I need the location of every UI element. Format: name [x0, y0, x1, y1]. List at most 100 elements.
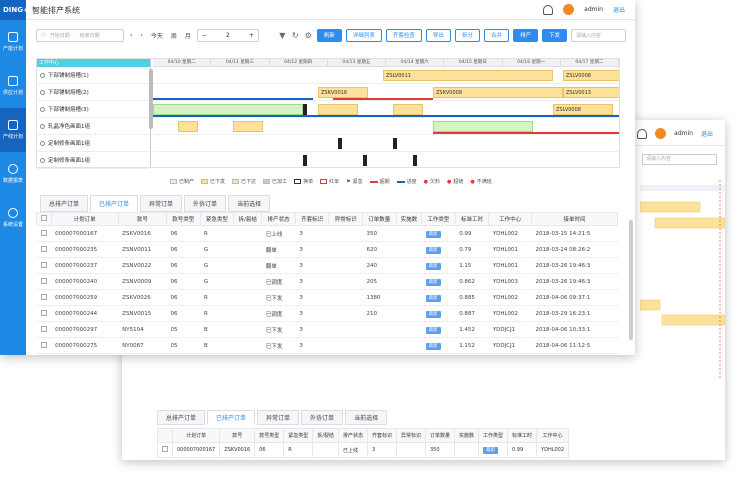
sidebar-item-capacity[interactable]: 产能计划 [0, 20, 26, 64]
table-row[interactable]: 000007000240 ZSNV0009 06 G 已调度 3 205 裁剪 0.862 YDH… [36, 273, 618, 290]
sidebar-item-production[interactable]: 产线计划 [0, 108, 26, 152]
column-header[interactable]: 款号类型 [165, 212, 201, 226]
resource-row[interactable]: 轧晶净色画面1组 [37, 118, 150, 135]
table-row[interactable]: 000007000297 NY5104 05 B 已下发 3 裁剪 1.452 YDDJCJ1 2… [36, 321, 618, 338]
row-checkbox[interactable] [40, 341, 47, 348]
expand-icon[interactable] [40, 123, 45, 129]
split-button[interactable]: 拆分 [454, 28, 480, 42]
column-header[interactable]: 拆/裂结 [233, 212, 263, 226]
task-bar[interactable] [433, 121, 533, 132]
kit-check-button[interactable]: 齐套检查 [385, 28, 422, 42]
table-row[interactable]: 000007000259 ZSKV0026 06 R 已下发 3 1380 裁剪 0.885 YD… [36, 289, 618, 306]
plus-icon[interactable]: + [249, 32, 254, 39]
filter-icon[interactable]: ▼ [278, 31, 287, 40]
expand-icon[interactable] [40, 106, 45, 112]
date-range-input[interactable]: ▭ 开始日期 - 结束日期 [36, 28, 124, 42]
select-all-checkbox[interactable] [40, 215, 47, 221]
month-button[interactable]: 月 [183, 31, 193, 40]
column-header[interactable]: 异常标识 [328, 212, 364, 226]
next-icon[interactable]: › [138, 32, 144, 39]
column-header[interactable]: 排产状态 [261, 212, 296, 226]
task-bar[interactable]: ZSLV0008 [553, 104, 613, 115]
period-stepper[interactable]: − 2 + [196, 28, 259, 42]
task-bar[interactable] [393, 104, 423, 115]
row-checkbox[interactable] [40, 261, 47, 268]
schedule-button[interactable]: 排产 [512, 28, 538, 42]
row-checkbox[interactable] [162, 446, 168, 452]
resource-row[interactable]: 下部铺制熔槽(1) [37, 67, 150, 84]
search-input[interactable]: 请输入内容 [571, 28, 626, 42]
sidebar-item-reports[interactable]: 数据报表 [0, 152, 26, 196]
table-row[interactable]: 000007000244 ZSNV0015 06 R 已调度 3 210 裁剪 0.887 YDH… [36, 305, 618, 322]
row-checkbox[interactable] [40, 293, 47, 300]
table-row[interactable]: 000007000167 ZSKV0016 06 R 已上线 3 350 裁剪 … [157, 442, 570, 458]
today-button[interactable]: 今天 [149, 31, 165, 40]
expand-icon[interactable] [40, 89, 45, 95]
column-header[interactable]: 接单时间 [530, 212, 619, 226]
logout-link[interactable]: 退出 [701, 129, 713, 138]
column-header[interactable]: 订单数量 [362, 212, 397, 226]
bell-icon[interactable] [637, 128, 648, 139]
back-tab-3[interactable]: 外协订单 [301, 410, 344, 425]
resource-row[interactable]: 下部铺制熔槽(2) [37, 84, 150, 101]
table-row[interactable]: 000007000237 ZSNV0022 06 G 翻单 3 240 裁剪 1.15 YDHL0… [36, 257, 618, 274]
task-bar[interactable] [318, 104, 358, 115]
logout-link[interactable]: 退出 [613, 5, 625, 14]
column-header[interactable]: 紧急类型 [199, 212, 235, 226]
back-tab-2[interactable]: 异常订单 [257, 410, 300, 425]
sidebar-item-supply[interactable]: 供应计划 [0, 64, 26, 108]
table-row[interactable]: 000007000235 ZSNV0011 06 G 翻单 3 620 裁剪 0.79 YDHL0… [36, 241, 618, 258]
sidebar-item-settings[interactable]: 系统设置 [0, 196, 26, 240]
column-header[interactable]: 工作类型 [421, 212, 456, 226]
column-header[interactable]: 工作中心 [488, 212, 532, 226]
resource-row[interactable]: 定制修条画面1组 [37, 135, 150, 152]
prev-icon[interactable]: ‹ [128, 32, 134, 39]
settings-icon[interactable]: ⚙ [304, 31, 313, 40]
expand-icon[interactable] [40, 72, 45, 78]
export-button[interactable]: 导出 [425, 28, 451, 42]
task-bar[interactable]: ZSLV0013 [563, 87, 619, 98]
tab-outsource-orders[interactable]: 外协订单 [184, 195, 227, 212]
refresh-icon[interactable]: ↻ [291, 31, 300, 40]
task-bar[interactable] [178, 121, 198, 132]
column-header[interactable]: 计划订单 [50, 212, 119, 226]
resource-row[interactable]: 下部铺制熔槽(3) [37, 101, 150, 118]
avatar[interactable] [563, 4, 575, 15]
row-checkbox[interactable] [40, 325, 47, 332]
table-scrollbar[interactable] [629, 220, 633, 340]
back-tab-1[interactable]: 已排产订单 [207, 410, 256, 425]
bell-icon[interactable] [543, 4, 554, 15]
table-row[interactable]: 000007000275 NY0087 05 B 已下发 3 裁剪 1.152 YDDJCJ1 2… [36, 337, 618, 354]
tab-scheduled-orders[interactable]: 已排产订单 [90, 195, 139, 212]
back-tab-0[interactable]: 总排产订单 [157, 410, 206, 425]
row-checkbox[interactable] [40, 245, 47, 252]
tab-all-orders[interactable]: 总排产订单 [40, 195, 89, 212]
secondary-search-input[interactable]: 请输入内容 [642, 154, 717, 165]
row-checkbox[interactable] [40, 309, 47, 316]
minus-icon[interactable]: − [202, 32, 207, 39]
task-bar[interactable]: ZSKV0016 [318, 87, 368, 98]
column-header[interactable]: 款号 [117, 212, 167, 226]
tab-exception-orders[interactable]: 异常订单 [140, 195, 183, 212]
column-header[interactable]: 实施数 [395, 212, 423, 226]
avatar[interactable] [655, 128, 667, 139]
column-header[interactable]: 标准工时 [454, 212, 490, 226]
table-row[interactable]: 000007000167 ZSKV0016 06 R 已上线 3 350 裁剪 0.99 YDHL… [36, 225, 618, 242]
expand-icon[interactable] [40, 140, 45, 146]
task-bar[interactable] [153, 104, 303, 115]
task-bar[interactable]: ZSLV0008 [563, 70, 619, 81]
detail-list-button[interactable]: 详细列表 [345, 28, 382, 42]
dispatch-button[interactable]: 下发 [541, 28, 567, 42]
merge-button[interactable]: 合并 [483, 28, 509, 42]
week-button[interactable]: 周 [169, 31, 179, 40]
back-tab-4[interactable]: 当前选择 [345, 410, 388, 425]
refresh-button[interactable]: 刷新 [316, 28, 342, 42]
expand-icon[interactable] [40, 157, 45, 163]
task-bar[interactable]: ZSKV0008 [433, 87, 563, 98]
resource-row[interactable]: 定制修条画面1组 [37, 152, 150, 169]
task-bar[interactable]: ZSLV0011 [383, 70, 553, 81]
column-header[interactable]: 齐套标识 [294, 212, 330, 226]
row-checkbox[interactable] [40, 229, 47, 236]
row-checkbox[interactable] [40, 277, 47, 284]
task-bar[interactable] [233, 121, 263, 132]
